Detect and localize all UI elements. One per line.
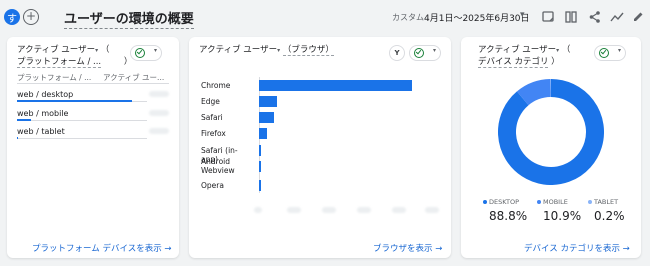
date-preset-label[interactable]: カスタム bbox=[392, 12, 424, 23]
metric-value-blurred bbox=[149, 128, 169, 134]
compare-status-button[interactable]: ▾ bbox=[594, 45, 626, 61]
check-circle-icon bbox=[135, 48, 145, 58]
dimension-label[interactable]: プラットフォーム / ... bbox=[17, 57, 102, 68]
chevron-down-icon: ▾ bbox=[153, 47, 157, 54]
bar-label[interactable]: Safari bbox=[201, 113, 253, 122]
share-track bbox=[17, 120, 147, 121]
y-axis-toggle-button[interactable]: Y bbox=[389, 45, 405, 61]
check-circle-icon bbox=[414, 48, 424, 58]
add-comparison-button[interactable]: + bbox=[23, 9, 39, 25]
card-title-dimension: デバイス カテゴリ ） bbox=[478, 56, 560, 68]
share-bar bbox=[17, 100, 133, 102]
bar-label[interactable]: Chrome bbox=[201, 81, 253, 90]
card-title: アクティブ ユーザー▾ （ブラウザ） bbox=[199, 44, 334, 57]
stat-name: TABLET bbox=[594, 198, 619, 206]
avatar[interactable]: す bbox=[4, 9, 20, 25]
title-close-paren: ） bbox=[551, 57, 560, 67]
axis-tick-blurred bbox=[357, 207, 371, 213]
bar[interactable] bbox=[259, 180, 261, 191]
date-range-picker[interactable]: 4月1日～2025年6月30日 bbox=[424, 11, 530, 24]
compare-status-button[interactable]: ▾ bbox=[130, 45, 162, 61]
table-row-label[interactable]: web / mobile bbox=[17, 109, 68, 118]
dimension-label[interactable]: （ブラウザ） bbox=[282, 45, 334, 56]
view-device-category-link[interactable]: デバイス カテゴリを表示 → bbox=[524, 242, 630, 254]
bar-label[interactable]: Android Webview bbox=[201, 157, 253, 175]
chevron-down-icon[interactable]: ▾ bbox=[277, 47, 280, 54]
view-platform-device-link[interactable]: プラットフォーム デバイスを表示 → bbox=[32, 242, 172, 254]
legend-dot bbox=[483, 200, 487, 204]
check-circle-icon bbox=[599, 48, 609, 58]
page-title: ユーザーの環境の概要 bbox=[64, 8, 194, 29]
chevron-down-icon[interactable]: ▾ bbox=[95, 47, 98, 54]
divider bbox=[17, 83, 169, 84]
stat-label: TABLET bbox=[588, 198, 618, 206]
axis-tick-blurred bbox=[425, 207, 439, 213]
chevron-down-icon: ▾ bbox=[617, 47, 621, 54]
bar[interactable] bbox=[259, 80, 412, 91]
bar-label[interactable]: Opera bbox=[201, 181, 253, 190]
stat-value: 10.9% bbox=[543, 209, 582, 223]
metric-label[interactable]: アクティブ ユーザー bbox=[17, 45, 95, 55]
stat-value: 88.8% bbox=[489, 209, 528, 223]
column-header-metric[interactable]: アクティブ ユー... bbox=[103, 72, 164, 83]
chevron-down-icon: ▾ bbox=[432, 47, 436, 54]
table-row-label[interactable]: web / desktop bbox=[17, 90, 73, 99]
axis-tick-blurred bbox=[322, 207, 336, 213]
stat-label: DESKTOP bbox=[483, 198, 519, 206]
axis-tick-blurred bbox=[392, 207, 406, 213]
comment-icon[interactable] bbox=[541, 10, 555, 24]
share-icon[interactable] bbox=[588, 10, 602, 24]
stat-name: DESKTOP bbox=[489, 198, 520, 206]
metric-value-blurred bbox=[149, 91, 169, 97]
chevron-down-icon[interactable]: ▾ bbox=[556, 47, 559, 54]
bar[interactable] bbox=[259, 112, 275, 123]
top-bar: す + ユーザーの環境の概要 カスタム 4月1日～2025年6月30日 ▾ bbox=[0, 0, 650, 34]
dimension-label[interactable]: デバイス カテゴリ bbox=[478, 57, 549, 68]
stat-name: MOBILE bbox=[543, 198, 568, 206]
view-browser-link[interactable]: ブラウザを表示 → bbox=[373, 242, 442, 254]
donut-slice-mobile[interactable] bbox=[516, 79, 552, 106]
bar[interactable] bbox=[259, 145, 261, 156]
bar[interactable] bbox=[259, 96, 278, 107]
platform-device-card: アクティブ ユーザー▾ （ プラットフォーム / ... ） ▾ プラットフォー… bbox=[7, 37, 179, 258]
compare-status-button[interactable]: ▾ bbox=[409, 45, 441, 61]
compare-icon[interactable] bbox=[564, 10, 578, 24]
legend-dot bbox=[588, 200, 592, 204]
share-bar bbox=[17, 119, 32, 121]
legend-dot bbox=[537, 200, 541, 204]
title-paren: （ bbox=[100, 45, 110, 55]
bar[interactable] bbox=[259, 161, 261, 172]
metric-label[interactable]: アクティブ ユーザー bbox=[199, 45, 277, 55]
donut-slice-desktop[interactable] bbox=[498, 79, 604, 185]
share-track bbox=[17, 138, 147, 139]
metric-label[interactable]: アクティブ ユーザー bbox=[478, 45, 556, 55]
title-close-paren: ） bbox=[123, 57, 133, 67]
axis-tick-blurred bbox=[254, 207, 262, 213]
stat-label: MOBILE bbox=[537, 198, 568, 206]
card-title-dimension: プラットフォーム / ... ） bbox=[17, 56, 132, 68]
stat-value: 0.2% bbox=[594, 209, 625, 223]
column-header-dimension[interactable]: プラットフォーム / ... bbox=[17, 72, 91, 83]
insights-icon[interactable] bbox=[610, 10, 624, 24]
device-category-card: アクティブ ユーザー▾ （ デバイス カテゴリ ） ▾ DESKTOP 88.8%… bbox=[461, 37, 641, 258]
edit-icon[interactable] bbox=[631, 10, 645, 24]
share-bar bbox=[17, 137, 18, 139]
bar-label[interactable]: Edge bbox=[201, 97, 253, 106]
table-row-label[interactable]: web / tablet bbox=[17, 127, 65, 136]
chevron-down-icon[interactable]: ▾ bbox=[520, 10, 525, 20]
axis-tick-blurred bbox=[287, 207, 301, 213]
bar[interactable] bbox=[259, 128, 267, 139]
device-donut-chart bbox=[498, 79, 604, 185]
browser-card: アクティブ ユーザー▾ （ブラウザ） Y ▾ Chrome Edge Safari F… bbox=[189, 37, 451, 258]
title-paren: （ bbox=[561, 45, 571, 55]
metric-value-blurred bbox=[149, 110, 169, 116]
bar-label[interactable]: Firefox bbox=[201, 129, 253, 138]
